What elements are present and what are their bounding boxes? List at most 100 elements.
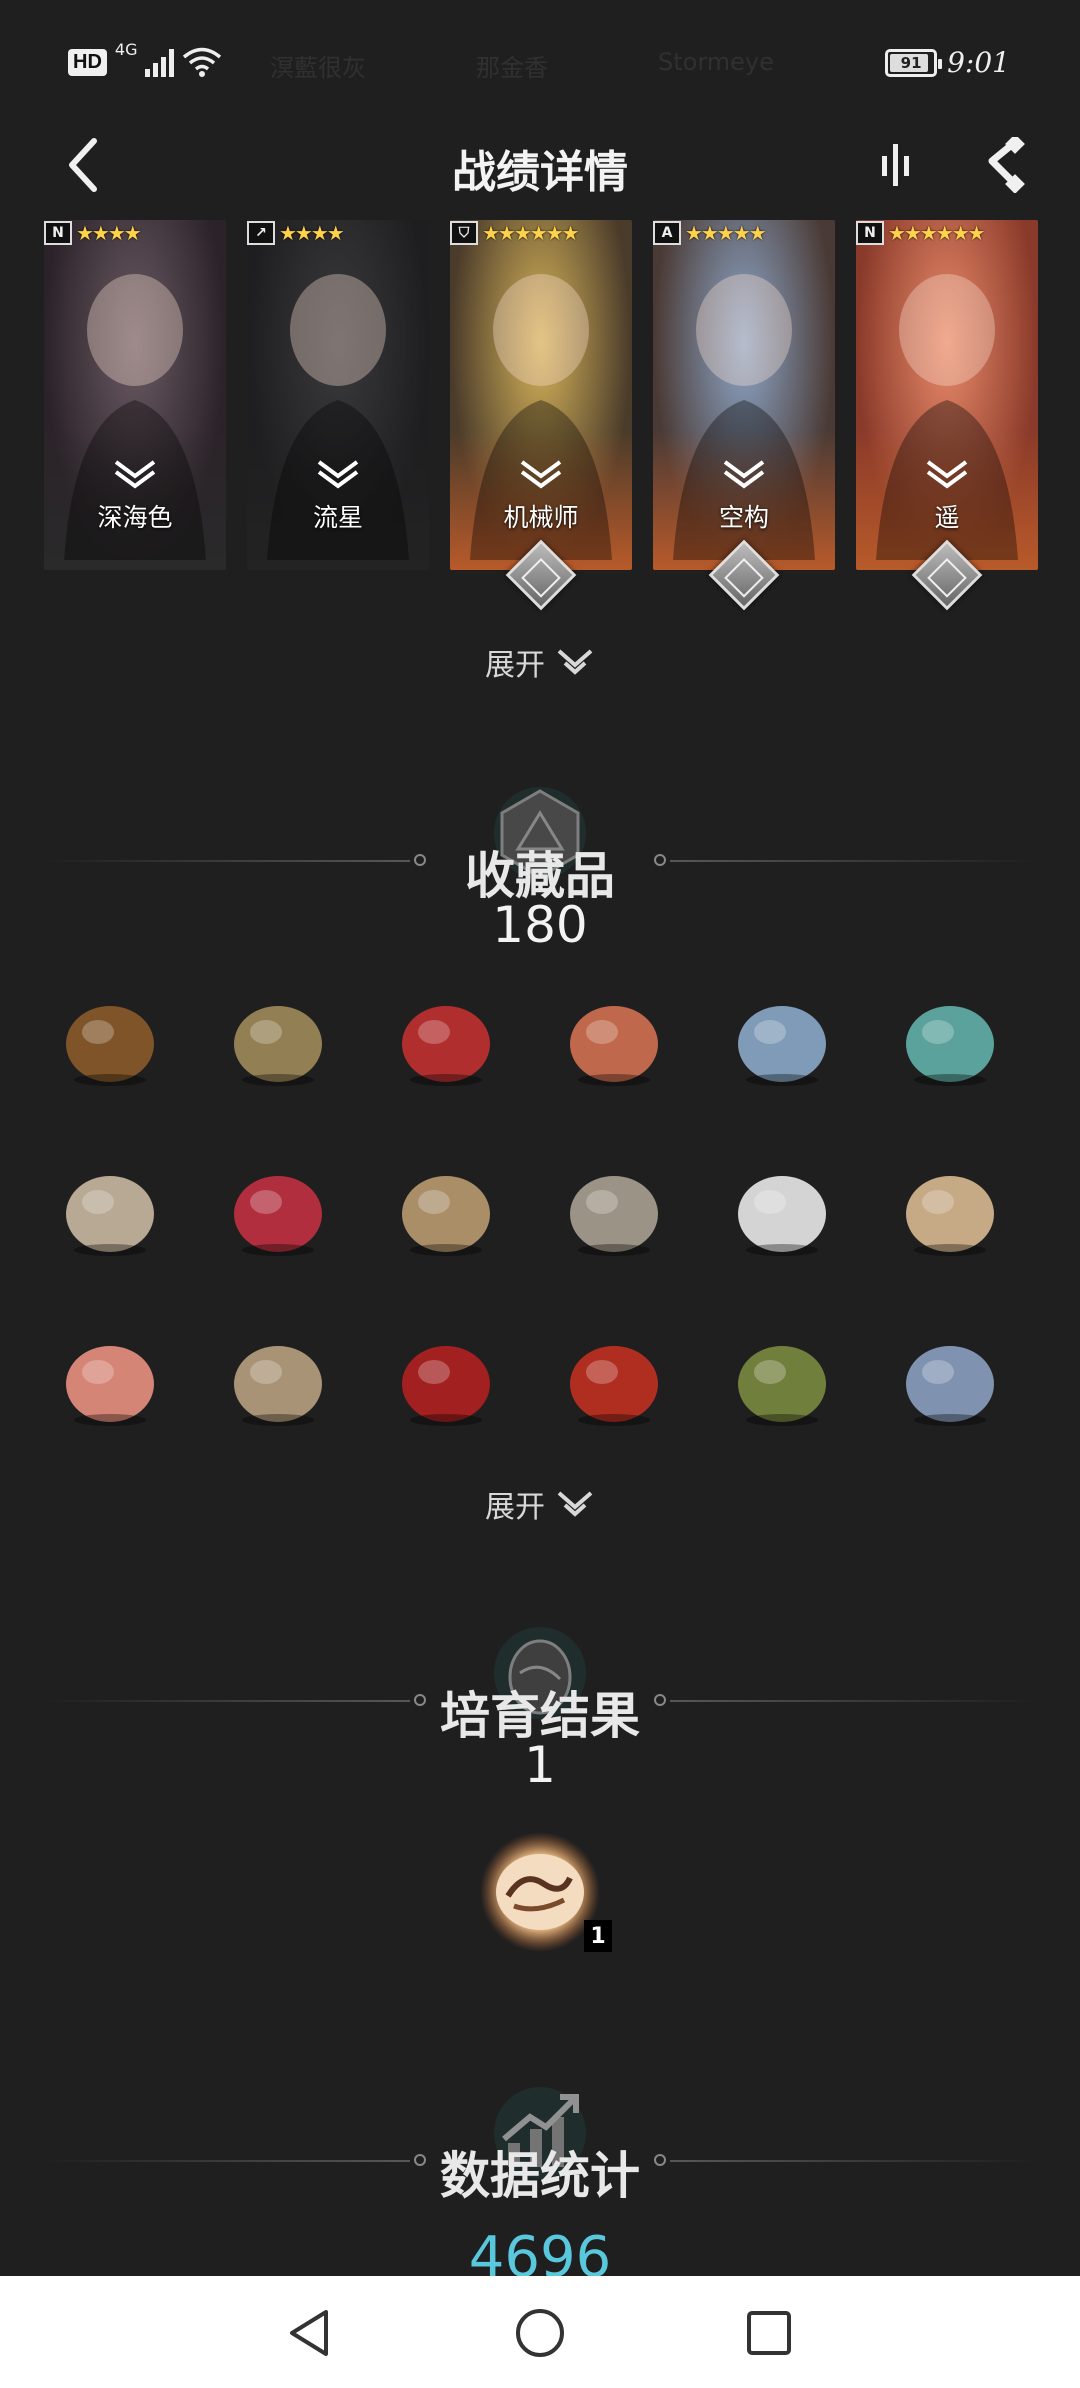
pink-feather-icon	[66, 1346, 154, 1426]
collectible-item[interactable]	[712, 1140, 852, 1280]
collectible-item[interactable]	[40, 970, 180, 1110]
collectible-item[interactable]	[712, 1310, 852, 1450]
collectible-item[interactable]	[40, 1310, 180, 1450]
collectible-item[interactable]	[376, 1140, 516, 1280]
star-rating: ★★★★	[76, 221, 142, 245]
class-icon: ⛉	[450, 221, 478, 245]
wifi-icon	[183, 47, 222, 77]
faded-name: Stormeye	[658, 48, 774, 76]
rank-chevron-icon	[247, 458, 429, 492]
bronze-medal-icon	[402, 1176, 490, 1256]
character-rarity-row: ↗ ★★★★	[247, 220, 345, 246]
star-rating: ★★★★	[279, 221, 345, 245]
star-rating: ★★★★★★	[482, 221, 580, 245]
red-ribbon-icon	[402, 1346, 490, 1426]
status-right: 91 9:01	[885, 46, 1010, 79]
rank-chevron-icon	[44, 458, 226, 492]
class-icon: N	[44, 221, 72, 245]
collectibles-section-header: 收藏品 180	[0, 778, 1080, 954]
stats-button[interactable]	[870, 132, 920, 198]
character-name: 遥	[934, 503, 960, 532]
collectible-item[interactable]	[40, 1140, 180, 1280]
faded-name: 那金香	[476, 54, 548, 82]
character-card[interactable]: N ★★★★ 深海色	[44, 220, 226, 570]
character-card[interactable]: ⛉ ★★★★★★ 机械师	[450, 220, 632, 611]
breeding-count: 1	[524, 1736, 556, 1794]
white-coral-icon	[738, 1176, 826, 1256]
breeding-section-header: 培育结果 1	[0, 1618, 1080, 1794]
item-count-badge: 1	[584, 1920, 612, 1952]
class-icon: ↗	[247, 221, 275, 245]
collectible-item[interactable]	[880, 1140, 1020, 1280]
character-name: 深海色	[97, 503, 173, 532]
character-rarity-row: N ★★★★★★	[856, 220, 986, 246]
system-nav-bar	[0, 2276, 1080, 2388]
collectible-item[interactable]	[208, 1310, 348, 1450]
rolled-map-icon	[234, 1346, 322, 1426]
faded-background-names: 溟藍很灰 那金香 Stormeye	[270, 48, 774, 83]
acorn-icon	[66, 1006, 154, 1086]
collectible-item[interactable]	[712, 970, 852, 1110]
crossed-fish-icon	[906, 1176, 994, 1256]
header: 战绩详情	[0, 120, 1080, 210]
class-icon: A	[653, 221, 681, 245]
character-rarity-row: N ★★★★	[44, 220, 142, 246]
crystal-cluster-icon	[906, 1346, 994, 1426]
share-icon	[988, 137, 1025, 193]
double-chevron-down-icon	[557, 1491, 593, 1517]
collectibles-count: 180	[492, 896, 588, 954]
signal-icon	[145, 47, 175, 77]
collectible-item[interactable]	[544, 1140, 684, 1280]
character-card[interactable]: A ★★★★★ 空构	[653, 220, 835, 611]
expand-collectibles-button[interactable]: 展开	[0, 1482, 1080, 1526]
venus-flytrap-icon	[738, 1346, 826, 1426]
stats-title: 数据统计	[440, 2147, 640, 2205]
collectible-item[interactable]	[880, 1310, 1020, 1450]
character-rarity-row: A ★★★★★	[653, 220, 767, 246]
expand-label: 展开	[485, 648, 545, 683]
rose-vase-icon	[234, 1176, 322, 1256]
character-row: N ★★★★ 深海色 ↗ ★★★★ 流星 ⛉ ★★★★★★ 机械师 A ★★★★★ 空构	[44, 220, 1038, 611]
character-card[interactable]: ↗ ★★★★ 流星	[247, 220, 429, 570]
share-button[interactable]	[975, 132, 1031, 198]
network-label: 4G	[114, 40, 138, 59]
teal-cloud-icon	[906, 1006, 994, 1086]
double-chevron-down-icon	[557, 649, 593, 675]
clock: 9:01	[947, 46, 1010, 79]
rank-chevron-icon	[653, 458, 835, 492]
collectible-item[interactable]	[376, 970, 516, 1110]
character-name: 流星	[312, 503, 363, 532]
moon-ice-icon	[738, 1006, 826, 1086]
nav-back-button[interactable]	[274, 2298, 344, 2368]
rank-chevron-icon	[450, 458, 632, 492]
star-rating: ★★★★★★	[888, 221, 986, 245]
collectible-item[interactable]	[544, 1310, 684, 1450]
character-rarity-row: ⛉ ★★★★★★	[450, 220, 580, 246]
open-book-icon	[66, 1176, 154, 1256]
character-name: 空构	[718, 503, 769, 532]
collectible-item[interactable]	[880, 970, 1020, 1110]
nav-home-button[interactable]	[505, 2298, 575, 2368]
star-rating: ★★★★★	[685, 221, 767, 245]
battery-icon: 91	[885, 48, 943, 77]
battery-level: 91	[900, 53, 922, 72]
collectible-item[interactable]	[376, 1310, 516, 1450]
hd-badge: HD	[68, 48, 107, 76]
red-lantern-flower-icon	[570, 1346, 658, 1426]
collectible-item[interactable]	[208, 970, 348, 1110]
old-scroll-icon	[234, 1006, 322, 1086]
expand-characters-button[interactable]: 展开	[0, 640, 1080, 684]
rank-chevron-icon	[856, 458, 1038, 492]
bar-stats-icon	[882, 144, 909, 186]
collectible-item[interactable]	[544, 970, 684, 1110]
collectible-item[interactable]	[208, 1140, 348, 1280]
sparkle-cloud-icon	[570, 1006, 658, 1086]
nav-home-icon	[516, 2309, 564, 2357]
expand-label: 展开	[485, 1490, 545, 1525]
character-name: 机械师	[503, 503, 579, 532]
status-bar: HD 4G 溟藍很灰 那金香 Stormeye 91 9:01	[0, 0, 1080, 130]
nav-recents-button[interactable]	[734, 2298, 804, 2368]
character-card[interactable]: N ★★★★★★ 遥	[856, 220, 1038, 611]
nav-back-icon	[290, 2310, 328, 2356]
nav-recents-icon	[747, 2311, 791, 2355]
